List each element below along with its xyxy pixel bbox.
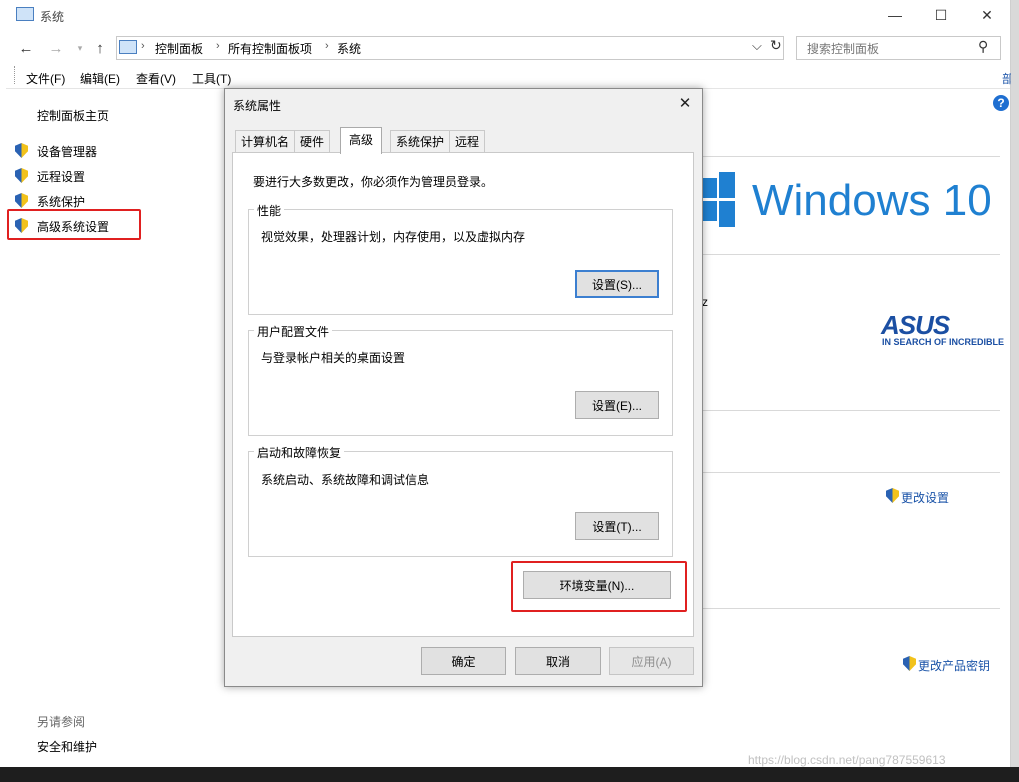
change-settings-link[interactable]: 更改设置: [901, 489, 949, 506]
tab-advanced[interactable]: 高级: [340, 127, 383, 154]
divider: [700, 156, 1000, 157]
breadcrumb-all-items[interactable]: 所有控制面板项: [228, 40, 312, 57]
computer-icon: [16, 7, 34, 21]
close-button[interactable]: ✕: [964, 4, 1010, 26]
shield-icon: [15, 143, 28, 158]
performance-group: [248, 209, 673, 315]
watermark: https://blog.csdn.net/pang787559613: [748, 753, 946, 767]
shield-icon: [903, 656, 916, 671]
up-arrow-icon[interactable]: ↑: [90, 38, 110, 58]
breadcrumb-separator: ›: [141, 40, 145, 52]
menu-tools[interactable]: 工具(T): [192, 70, 231, 87]
tab-remote[interactable]: 远程: [449, 130, 486, 153]
divider: [700, 608, 1000, 609]
menu-view[interactable]: 查看(V): [136, 70, 176, 87]
divider: [700, 410, 1000, 411]
forward-arrow-icon[interactable]: →: [46, 38, 66, 58]
startup-recovery-group-title: 启动和故障恢复: [254, 444, 345, 461]
sidebar-item-remote-settings[interactable]: 远程设置: [37, 168, 85, 185]
admin-note: 要进行大多数更改，你必须作为管理员登录。: [253, 175, 494, 189]
asus-tagline: IN SEARCH OF INCREDIBLE: [882, 337, 1005, 347]
control-panel-home-link[interactable]: 控制面板主页: [37, 107, 109, 124]
tab-hardware[interactable]: 硬件: [294, 130, 331, 153]
shield-icon: [15, 168, 28, 183]
minimize-button[interactable]: —: [872, 4, 918, 26]
sidebar-item-system-protection[interactable]: 系统保护: [37, 193, 85, 210]
sidebar-item-device-manager[interactable]: 设备管理器: [37, 143, 97, 160]
performance-settings-button[interactable]: 设置(S)...: [575, 270, 659, 298]
menu-grip: [14, 66, 16, 84]
back-arrow-icon[interactable]: ←: [16, 38, 36, 58]
highlight-box: [511, 561, 687, 612]
see-also-title: 另请参阅: [37, 715, 86, 729]
ok-button[interactable]: 确定: [421, 647, 506, 675]
user-profiles-description: 与登录帐户相关的桌面设置: [261, 351, 406, 365]
tab-computer-name[interactable]: 计算机名: [235, 130, 296, 153]
user-profiles-group-title: 用户配置文件: [254, 323, 333, 340]
startup-recovery-settings-button[interactable]: 设置(T)...: [575, 512, 659, 540]
divider: [700, 472, 1000, 473]
windows-10-logo-text: Windows 10: [752, 176, 992, 225]
system-properties-dialog: 系统属性 ✕ 计算机名 硬件 高级 系统保护 远程 要进行大多数更改，你必须作为…: [224, 88, 703, 687]
maximize-button[interactable]: ☐: [918, 4, 964, 26]
security-maintenance-link[interactable]: 安全和维护: [37, 738, 97, 755]
user-profiles-group: [248, 330, 673, 436]
breadcrumb-system[interactable]: 系统: [337, 40, 361, 57]
performance-description: 视觉效果，处理器计划，内存使用，以及虚拟内存: [261, 230, 526, 244]
refresh-icon[interactable]: ↻: [770, 37, 782, 54]
menu-edit[interactable]: 编辑(E): [80, 70, 120, 87]
search-placeholder: 搜索控制面板: [807, 42, 880, 56]
dialog-close-icon[interactable]: ✕: [675, 94, 695, 112]
breadcrumb-separator: ›: [325, 40, 329, 52]
search-icon[interactable]: ⚲: [978, 38, 988, 55]
cancel-button[interactable]: 取消: [515, 647, 601, 675]
shield-icon: [886, 488, 899, 503]
background-window-edge: [1011, 0, 1019, 767]
startup-recovery-group: [248, 451, 673, 557]
tab-system-protection[interactable]: 系统保护: [390, 130, 451, 153]
performance-group-title: 性能: [254, 202, 285, 219]
help-icon[interactable]: ?: [993, 95, 1009, 111]
breadcrumb-separator: ›: [216, 40, 220, 52]
apply-button[interactable]: 应用(A): [609, 647, 694, 675]
shield-icon: [15, 193, 28, 208]
startup-recovery-description: 系统启动、系统故障和调试信息: [261, 473, 430, 487]
dialog-title: 系统属性: [233, 99, 282, 113]
control-panel-icon: [119, 40, 137, 54]
highlight-box: [7, 209, 141, 240]
address-dropdown-icon[interactable]: ⌵: [752, 38, 762, 54]
taskbar: [0, 767, 1019, 782]
divider: [700, 254, 1000, 255]
menu-file[interactable]: 文件(F): [26, 70, 65, 87]
breadcrumb-control-panel[interactable]: 控制面板: [155, 40, 203, 57]
recent-dropdown-icon[interactable]: ▾: [70, 38, 90, 58]
window-title: 系统: [40, 10, 65, 24]
user-profiles-settings-button[interactable]: 设置(E)...: [575, 391, 659, 419]
windows-logo-icon: [703, 172, 735, 230]
change-product-key-link[interactable]: 更改产品密钥: [918, 657, 990, 674]
